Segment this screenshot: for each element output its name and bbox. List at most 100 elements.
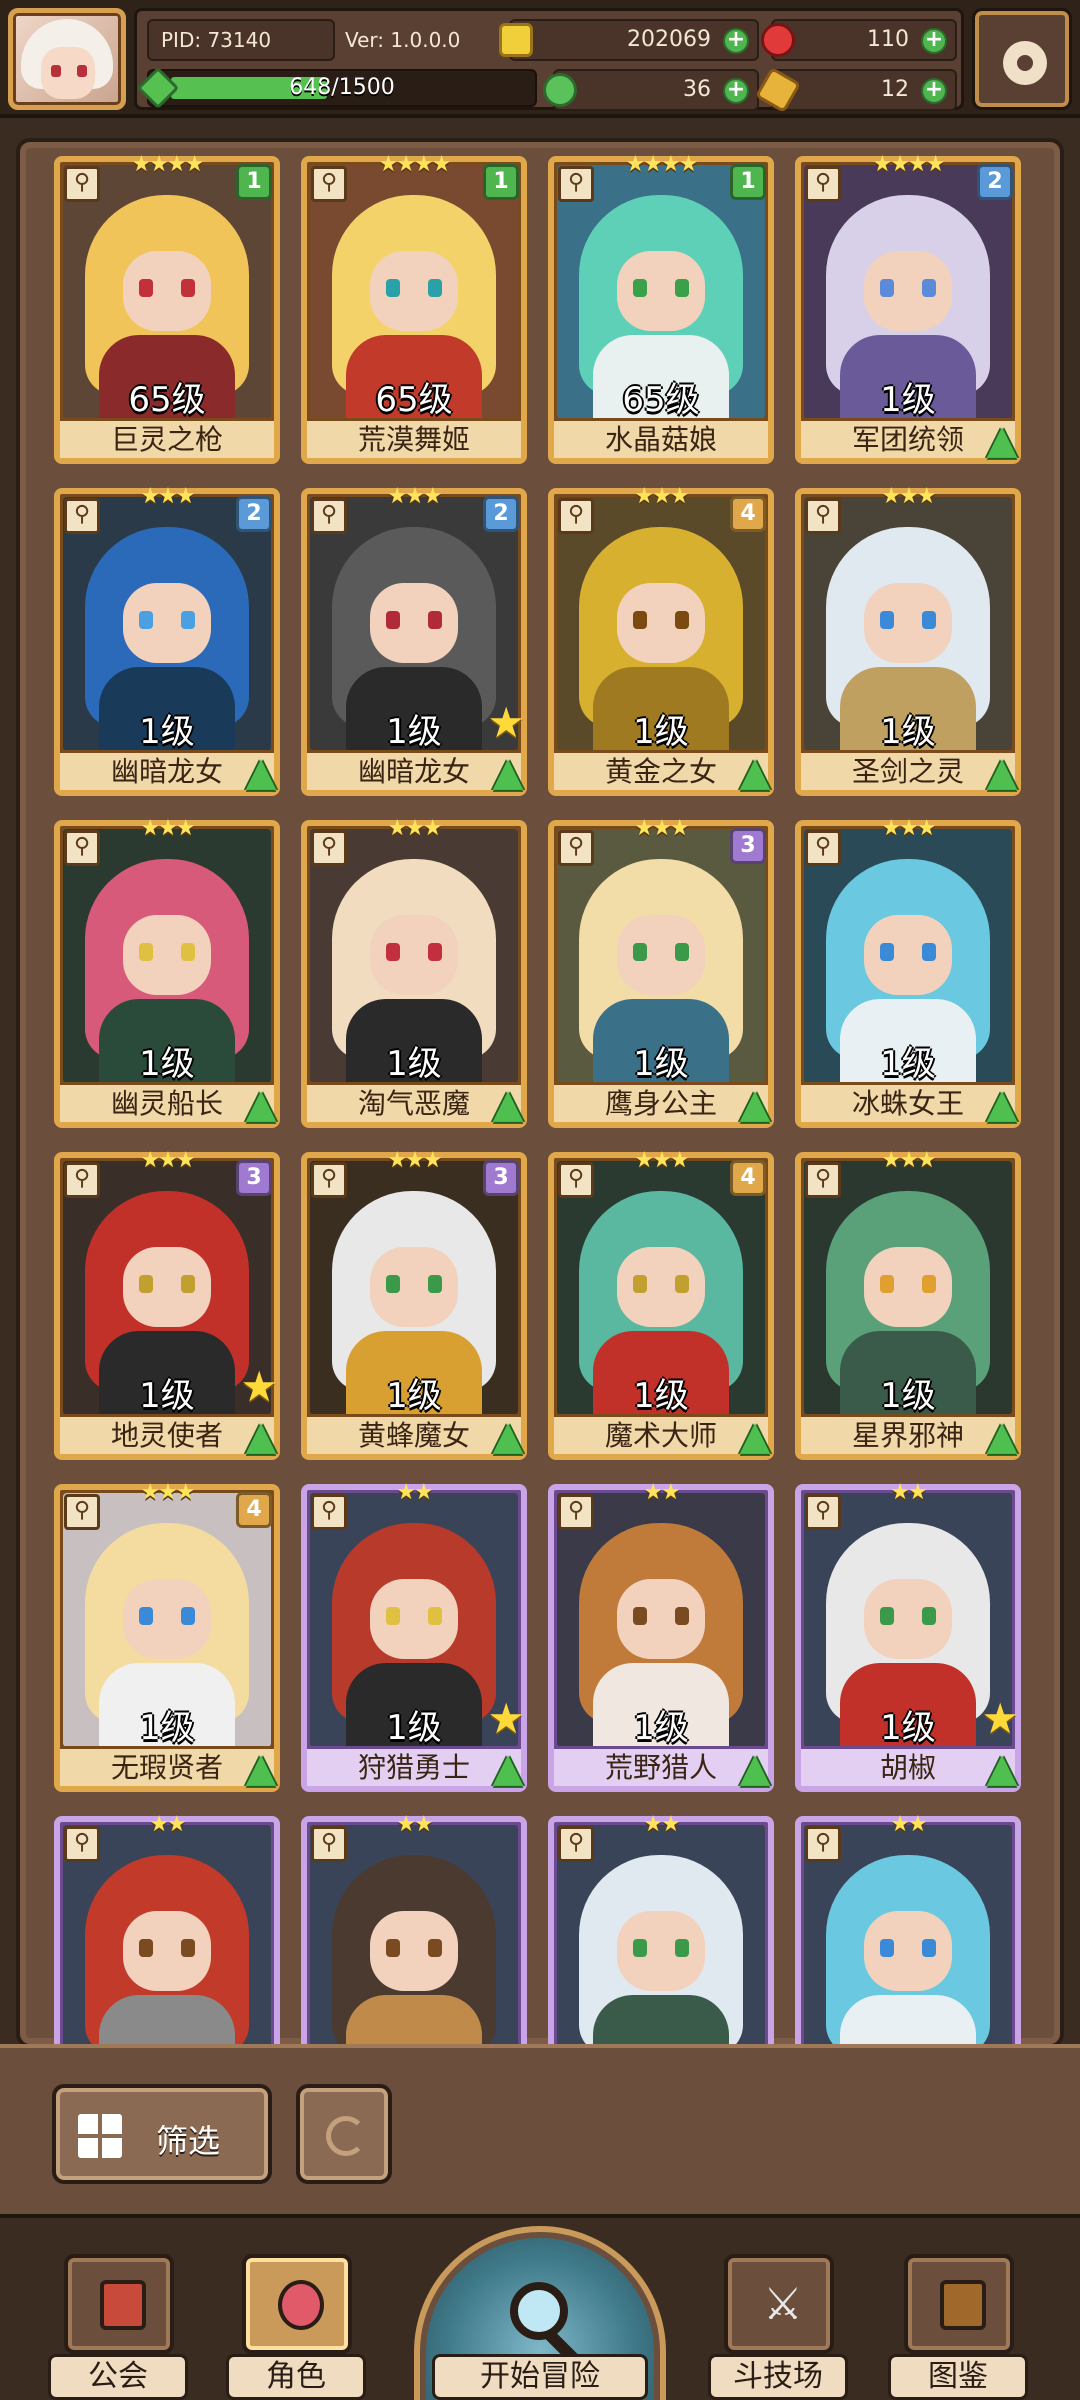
favorite-star-icon: ★ <box>981 1694 1019 1743</box>
book-icon <box>940 2280 986 2330</box>
nav-characters[interactable]: 角色 <box>226 2254 366 2400</box>
weapon-type-icon: ⚲ <box>558 166 594 202</box>
key-icon <box>754 66 802 114</box>
star-rating: ★★ <box>890 1812 927 1837</box>
character-level: 1级 <box>880 1044 936 1084</box>
add-gems-button[interactable]: + <box>921 28 947 54</box>
character-card[interactable]: ⚲ ★★★ 3 1级 地灵使者 ★ ▲ <box>54 1148 280 1460</box>
character-card[interactable]: ⚲ ★★★★ 2 1级 军团统领 ▲ <box>795 152 1021 464</box>
upgrade-arrow-icon: ▲ <box>739 1081 771 1127</box>
add-keys-button[interactable]: + <box>921 78 947 104</box>
star-rating: ★★★ <box>140 1148 195 1173</box>
star-rating: ★★ <box>149 1812 186 1837</box>
star-rating: ★★ <box>643 1480 680 1505</box>
add-clovers-button[interactable]: + <box>723 78 749 104</box>
settings-button[interactable] <box>972 8 1072 110</box>
avatar-eye <box>51 65 61 77</box>
nav-guild[interactable]: 公会 <box>48 2254 188 2400</box>
upgrade-arrow-icon: ▲ <box>986 1745 1018 1791</box>
character-name: 荒漠舞姬 <box>307 418 521 458</box>
star-rating: ★★★ <box>634 816 689 841</box>
character-level: 65级 <box>375 380 453 420</box>
star-rating: ★★ <box>643 1812 680 1837</box>
character-card[interactable]: ⚲ ★★★ 1级 星界邪神 ▲ <box>795 1148 1021 1460</box>
rank-badge: 1 <box>236 164 272 200</box>
upgrade-arrow-icon: ▲ <box>986 1081 1018 1127</box>
character-card[interactable]: ⚲ ★★★ 4 1级 无瑕贤者 ▲ <box>54 1480 280 1792</box>
start-adventure-button[interactable]: 开始冒险 <box>414 2226 666 2400</box>
key-value: 12 <box>881 77 909 102</box>
gear-icon <box>1003 41 1047 85</box>
favorite-star-icon: ★ <box>487 1694 525 1743</box>
character-card[interactable]: ⚲ ★★★ 3 1级 黄蜂魔女 ▲ <box>301 1148 527 1460</box>
clover-icon <box>543 73 577 107</box>
upgrade-arrow-icon: ▲ <box>492 1081 524 1127</box>
weapon-type-icon: ⚲ <box>64 1826 100 1862</box>
avatar-eye <box>77 65 87 77</box>
rank-badge: 4 <box>730 1160 766 1196</box>
guild-icon-box <box>64 2254 174 2354</box>
weapon-type-icon: ⚲ <box>805 1494 841 1530</box>
coin-value: 202069 <box>627 27 711 52</box>
character-card[interactable]: ⚲ ★★★ 2 1级 幽暗龙女 ▲ <box>54 484 280 796</box>
character-card[interactable]: ⚲ ★★★★ 1 65级 荒漠舞姬 <box>301 152 527 464</box>
character-name: 水晶菇娘 <box>554 418 768 458</box>
rank-badge: 3 <box>730 828 766 864</box>
nav-arena[interactable]: ⚔ 斗技场 <box>708 2254 848 2400</box>
refresh-button[interactable] <box>296 2084 392 2184</box>
gem-counter: 110 + <box>761 19 957 61</box>
character-card[interactable]: ⚲ ★★★ 1级 圣剑之灵 ▲ <box>795 484 1021 796</box>
rank-badge: 3 <box>236 1160 272 1196</box>
character-card[interactable]: ⚲ ★★★ 4 1级 黄金之女 ▲ <box>548 484 774 796</box>
character-card[interactable]: ⚲ ★★★ 2 1级 幽暗龙女 ★ ▲ <box>301 484 527 796</box>
player-avatar[interactable] <box>8 8 126 110</box>
upgrade-arrow-icon: ▲ <box>245 1413 277 1459</box>
character-card[interactable]: ⚲ ★★ <box>301 1812 527 2044</box>
grid-icon <box>78 2114 122 2158</box>
energy-bar: 648/1500 <box>136 66 537 110</box>
character-card[interactable]: ⚲ ★★ 1级 狩猎勇士 ★ ▲ <box>301 1480 527 1792</box>
star-rating: ★★ <box>396 1812 433 1837</box>
character-card[interactable]: ⚲ ★★★ 1级 冰蛛女王 ▲ <box>795 816 1021 1128</box>
star-rating: ★★★ <box>140 816 195 841</box>
rank-badge: 1 <box>730 164 766 200</box>
list-controls: 筛选 <box>0 2044 1080 2214</box>
nav-codex[interactable]: 图鉴 <box>888 2254 1028 2400</box>
character-level: 1级 <box>880 1376 936 1416</box>
upgrade-arrow-icon: ▲ <box>492 1745 524 1791</box>
star-rating: ★★★ <box>881 816 936 841</box>
character-card[interactable]: ⚲ ★★ <box>548 1812 774 2044</box>
character-card[interactable]: ⚲ ★★★ 4 1级 魔术大师 ▲ <box>548 1148 774 1460</box>
star-rating: ★★★ <box>881 1148 936 1173</box>
character-card[interactable]: ⚲ ★★★ 1级 幽灵船长 ▲ <box>54 816 280 1128</box>
filter-label: 筛选 <box>156 2122 221 2160</box>
character-card[interactable]: ⚲ ★★ <box>54 1812 280 2044</box>
filter-button[interactable]: 筛选 <box>52 2084 272 2184</box>
character-list-panel[interactable]: ⚲ ★★★★ 1 65级 巨灵之枪 ⚲ ★★★★ 1 65级 荒漠舞姬 ⚲ ★★… <box>16 138 1064 2048</box>
character-card[interactable]: ⚲ ★★★★ 1 65级 水晶菇娘 <box>548 152 774 464</box>
character-card[interactable]: ⚲ ★★★ 3 1级 鹰身公主 ▲ <box>548 816 774 1128</box>
upgrade-arrow-icon: ▲ <box>739 1413 771 1459</box>
ruby-icon <box>761 23 795 57</box>
character-level: 65级 <box>622 380 700 420</box>
weapon-type-icon: ⚲ <box>311 1494 347 1530</box>
character-card[interactable]: ⚲ ★★ <box>795 1812 1021 2044</box>
upgrade-arrow-icon: ▲ <box>245 1745 277 1791</box>
character-level: 1级 <box>633 1044 689 1084</box>
character-level: 1级 <box>880 380 936 420</box>
nav-guild-label: 公会 <box>48 2354 188 2400</box>
character-card[interactable]: ⚲ ★★ 1级 胡椒 ★ ▲ <box>795 1480 1021 1792</box>
character-card[interactable]: ⚲ ★★★ 1级 淘气恶魔 ▲ <box>301 816 527 1128</box>
weapon-type-icon: ⚲ <box>805 1162 841 1198</box>
character-card[interactable]: ⚲ ★★★★ 1 65级 巨灵之枪 <box>54 152 280 464</box>
star-rating: ★★★ <box>634 484 689 509</box>
star-rating: ★★ <box>890 1480 927 1505</box>
upgrade-arrow-icon: ▲ <box>492 749 524 795</box>
character-level: 65级 <box>128 380 206 420</box>
star-rating: ★★★ <box>881 484 936 509</box>
weapon-type-icon: ⚲ <box>311 1162 347 1198</box>
character-card[interactable]: ⚲ ★★ 1级 荒野猎人 ▲ <box>548 1480 774 1792</box>
upgrade-arrow-icon: ▲ <box>986 749 1018 795</box>
add-coins-button[interactable]: + <box>723 28 749 54</box>
rank-badge: 3 <box>483 1160 519 1196</box>
